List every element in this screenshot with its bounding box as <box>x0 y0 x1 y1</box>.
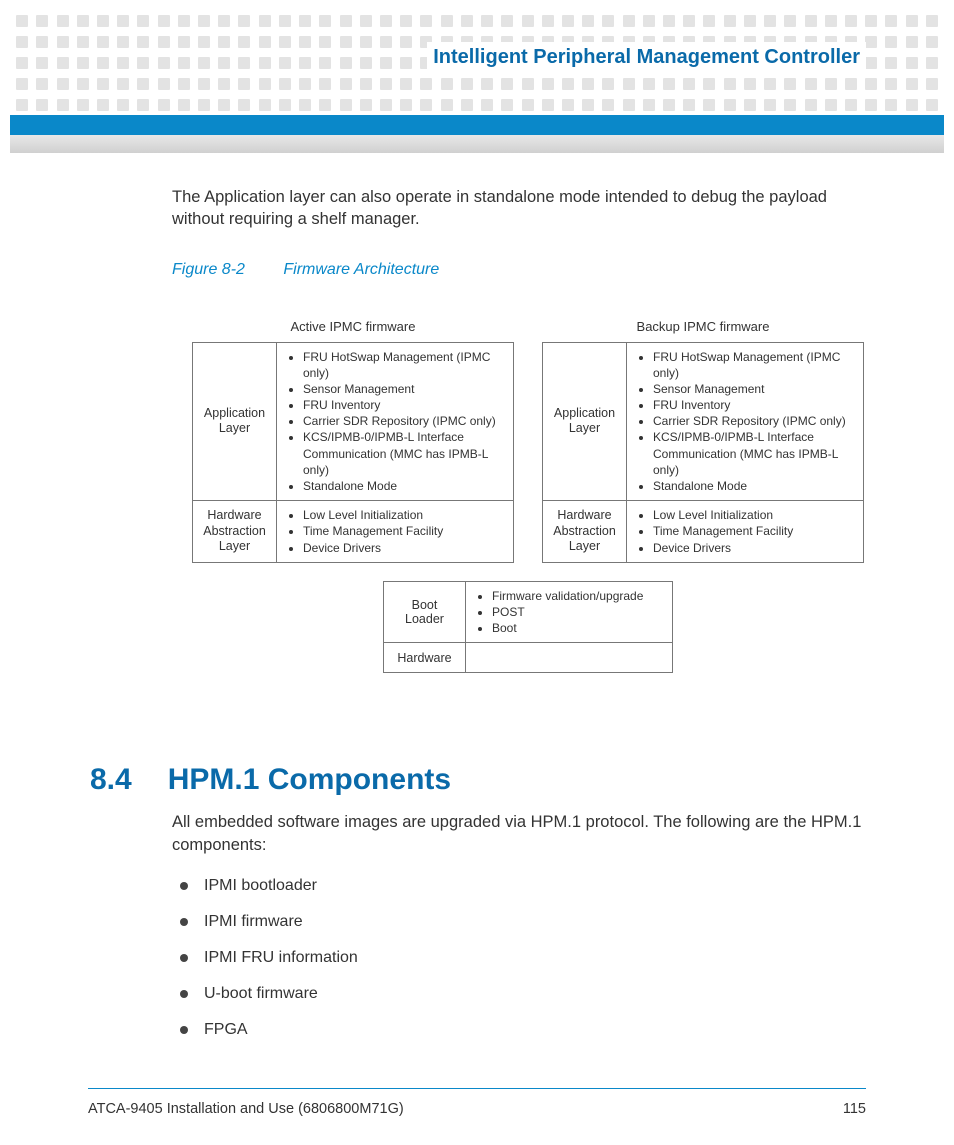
active-app-layer-label: Application Layer <box>193 342 277 501</box>
header-blue-bar <box>10 115 944 135</box>
list-item: Time Management Facility <box>653 523 855 539</box>
figure-caption: Figure 8-2 Firmware Architecture <box>172 261 864 279</box>
list-item: Low Level Initialization <box>303 507 505 523</box>
list-item: Low Level Initialization <box>653 507 855 523</box>
boot-loader-label: Boot Loader <box>384 581 466 643</box>
list-item-label: IPMI firmware <box>204 913 303 931</box>
backup-firmware-title: Backup IPMC firmware <box>542 319 864 334</box>
intro-paragraph: The Application layer can also operate i… <box>172 186 864 231</box>
list-item: FRU HotSwap Management (IPMC only) <box>653 349 855 381</box>
boot-loader-block: Boot Loader Firmware validation/upgradeP… <box>383 581 673 674</box>
list-item: Device Drivers <box>653 540 855 556</box>
list-item: POST <box>492 604 664 620</box>
bullet-icon <box>180 990 188 998</box>
boot-loader-items: Firmware validation/upgradePOSTBoot <box>466 581 673 643</box>
list-item: Device Drivers <box>303 540 505 556</box>
firmware-architecture-diagram: Active IPMC firmware Application Layer F… <box>192 319 864 674</box>
section-title: HPM.1 Components <box>168 763 451 797</box>
list-item: IPMI firmware <box>172 904 864 940</box>
figure-number: Figure 8-2 <box>172 261 245 278</box>
footer-rule <box>88 1088 866 1089</box>
backup-app-layer-label: Application Layer <box>543 342 627 501</box>
hpm-components-list: IPMI bootloader IPMI firmware IPMI FRU i… <box>172 868 864 1048</box>
active-hal-label: Hardware Abstraction Layer <box>193 501 277 563</box>
section-heading: 8.4 HPM.1 Components <box>90 763 864 797</box>
list-item: U-boot firmware <box>172 976 864 1012</box>
bullet-icon <box>180 1026 188 1034</box>
page-content: The Application layer can also operate i… <box>172 186 864 1048</box>
bullet-icon <box>180 918 188 926</box>
active-hal-items: Low Level InitializationTime Management … <box>277 501 514 563</box>
list-item: Sensor Management <box>653 381 855 397</box>
footer-doc-title: ATCA-9405 Installation and Use (6806800M… <box>88 1101 404 1117</box>
list-item-label: IPMI bootloader <box>204 877 317 895</box>
running-header-title: Intelligent Peripheral Management Contro… <box>427 42 866 73</box>
list-item: Time Management Facility <box>303 523 505 539</box>
list-item: IPMI FRU information <box>172 940 864 976</box>
bullet-icon <box>180 882 188 890</box>
list-item-label: U-boot firmware <box>204 985 318 1003</box>
hardware-label: Hardware <box>384 643 466 673</box>
active-firmware-block: Active IPMC firmware Application Layer F… <box>192 319 514 563</box>
active-firmware-title: Active IPMC firmware <box>192 319 514 334</box>
list-item: Boot <box>492 620 664 636</box>
header-gray-bar <box>10 135 944 153</box>
hardware-cell <box>466 643 673 673</box>
figure-title: Firmware Architecture <box>283 261 439 278</box>
backup-hal-items: Low Level InitializationTime Management … <box>627 501 864 563</box>
list-item-label: IPMI FRU information <box>204 949 358 967</box>
list-item: FRU Inventory <box>653 397 855 413</box>
list-item: KCS/IPMB-0/IPMB-L Interface Communicatio… <box>303 429 505 478</box>
list-item: Standalone Mode <box>303 478 505 494</box>
list-item: Carrier SDR Repository (IPMC only) <box>653 413 855 429</box>
page-footer: ATCA-9405 Installation and Use (6806800M… <box>88 1101 866 1117</box>
bullet-icon <box>180 954 188 962</box>
list-item: FRU Inventory <box>303 397 505 413</box>
backup-app-layer-items: FRU HotSwap Management (IPMC only)Sensor… <box>627 342 864 501</box>
backup-hal-label: Hardware Abstraction Layer <box>543 501 627 563</box>
list-item-label: FPGA <box>204 1021 248 1039</box>
list-item: FRU HotSwap Management (IPMC only) <box>303 349 505 381</box>
section-number: 8.4 <box>90 763 132 797</box>
list-item: Carrier SDR Repository (IPMC only) <box>303 413 505 429</box>
footer-page-number: 115 <box>843 1101 866 1117</box>
list-item: Standalone Mode <box>653 478 855 494</box>
list-item: IPMI bootloader <box>172 868 864 904</box>
backup-firmware-block: Backup IPMC firmware Application Layer F… <box>542 319 864 563</box>
list-item: FPGA <box>172 1012 864 1048</box>
section-paragraph: All embedded software images are upgrade… <box>172 811 864 856</box>
active-app-layer-items: FRU HotSwap Management (IPMC only)Sensor… <box>277 342 514 501</box>
list-item: KCS/IPMB-0/IPMB-L Interface Communicatio… <box>653 429 855 478</box>
list-item: Sensor Management <box>303 381 505 397</box>
list-item: Firmware validation/upgrade <box>492 588 664 604</box>
